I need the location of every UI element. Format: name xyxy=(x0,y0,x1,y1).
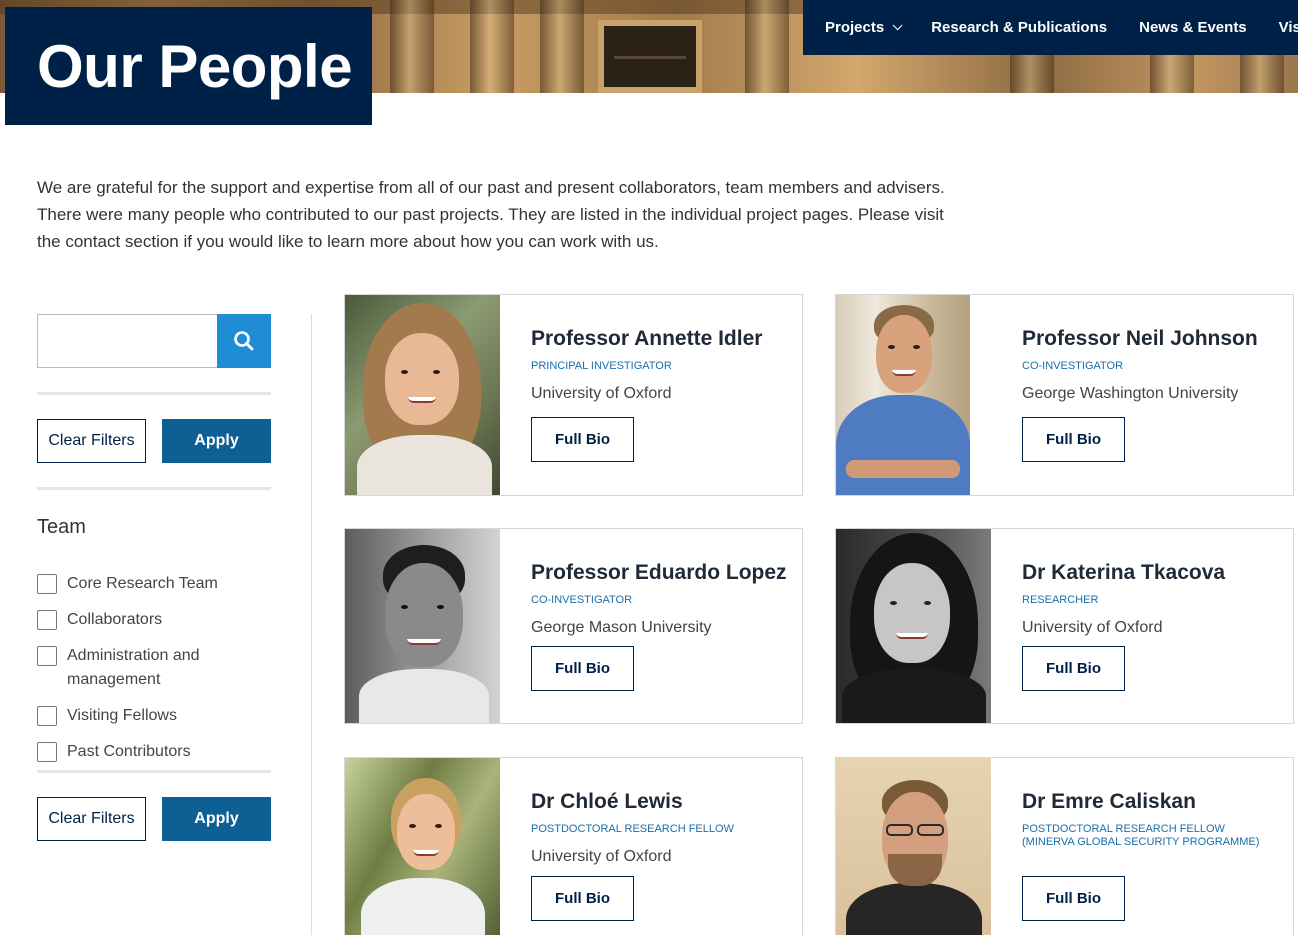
nav-item-news-events[interactable]: News & Events xyxy=(1139,19,1247,36)
person-photo xyxy=(836,295,970,495)
person-info: Dr Chloé Lewis Postdoctoral Research Fel… xyxy=(531,790,792,866)
filter-past-contributors[interactable]: Past Contributors xyxy=(37,742,191,764)
top-navigation: Projects Research & Publications News & … xyxy=(803,0,1298,55)
person-organisation: University of Oxford xyxy=(531,385,672,402)
nav-item-projects[interactable]: Projects xyxy=(825,19,903,36)
person-name: Professor Annette Idler xyxy=(531,327,763,350)
search-input[interactable] xyxy=(37,314,217,368)
full-bio-button[interactable]: Full Bio xyxy=(531,646,634,691)
nav-item-research-publications[interactable]: Research & Publications xyxy=(931,19,1107,36)
person-photo xyxy=(345,295,500,495)
page-title: Our People xyxy=(37,32,353,100)
filter-label: Visiting Fellows xyxy=(67,707,177,724)
filter-label: Collaborators xyxy=(67,611,163,628)
person-info: Dr Emre Caliskan Postdoctoral Research F… xyxy=(1022,790,1283,849)
person-info: Professor Neil Johnson Co-Investigator G… xyxy=(1022,327,1283,403)
full-bio-button[interactable]: Full Bio xyxy=(531,417,634,462)
checkbox[interactable] xyxy=(37,610,57,630)
person-photo xyxy=(836,758,991,935)
full-bio-button[interactable]: Full Bio xyxy=(1022,417,1125,462)
filter-label: Past Contributors xyxy=(67,743,191,760)
person-info: Dr Katerina Tkacova Researcher Universit… xyxy=(1022,561,1283,637)
person-role: Researcher xyxy=(1022,594,1099,606)
nav-label: Projects xyxy=(825,19,885,36)
clear-filters-button[interactable]: Clear Filters xyxy=(37,419,146,463)
search-button[interactable] xyxy=(217,314,271,368)
person-organisation: University of Oxford xyxy=(531,848,672,865)
person-role: Postdoctoral Research Fellow (Minerva Gl… xyxy=(1022,823,1260,848)
full-bio-button[interactable]: Full Bio xyxy=(531,876,634,921)
intro-text: We are grateful for the support and expe… xyxy=(37,178,945,251)
person-photo xyxy=(345,758,500,935)
nav-item-visit[interactable]: Visit xyxy=(1279,19,1298,36)
full-bio-button[interactable]: Full Bio xyxy=(1022,646,1125,691)
divider xyxy=(37,392,271,395)
apply-button[interactable]: Apply xyxy=(162,419,271,463)
person-name: Dr Chloé Lewis xyxy=(531,790,683,813)
person-role: Co-Investigator xyxy=(1022,360,1124,372)
person-name: Professor Eduardo Lopez xyxy=(531,561,787,584)
divider xyxy=(37,487,271,490)
person-organisation: University of Oxford xyxy=(1022,619,1163,636)
page-title-box: Our People xyxy=(5,7,372,125)
checkbox[interactable] xyxy=(37,574,57,594)
filter-label: Administration and management xyxy=(67,647,200,688)
person-organisation: George Washington University xyxy=(1022,385,1239,402)
clear-filters-button[interactable]: Clear Filters xyxy=(37,797,146,841)
person-card: Dr Emre Caliskan Postdoctoral Research F… xyxy=(835,757,1294,935)
person-photo xyxy=(836,529,991,723)
chevron-down-icon xyxy=(892,20,903,31)
team-filter-heading: Team xyxy=(37,516,86,538)
checkbox[interactable] xyxy=(37,646,57,666)
sidebar-divider xyxy=(311,314,312,935)
person-card: Dr Chloé Lewis Postdoctoral Research Fel… xyxy=(344,757,803,935)
filter-administration-management[interactable]: Administration and management xyxy=(37,646,271,692)
person-name: Professor Neil Johnson xyxy=(1022,327,1258,350)
person-card: Professor Neil Johnson Co-Investigator G… xyxy=(835,294,1294,496)
person-info: Professor Annette Idler Principal Invest… xyxy=(531,327,792,403)
filter-visiting-fellows[interactable]: Visiting Fellows xyxy=(37,706,177,728)
search-icon xyxy=(234,331,254,351)
person-role: Co-Investigator xyxy=(531,594,633,606)
person-role: Principal Investigator xyxy=(531,360,672,372)
checkbox[interactable] xyxy=(37,706,57,726)
filter-collaborators[interactable]: Collaborators xyxy=(37,610,162,632)
search-bar xyxy=(37,314,271,368)
apply-button[interactable]: Apply xyxy=(162,797,271,841)
full-bio-button[interactable]: Full Bio xyxy=(1022,876,1125,921)
checkbox[interactable] xyxy=(37,742,57,762)
person-info: Professor Eduardo Lopez Co-Investigator … xyxy=(531,561,792,637)
divider xyxy=(37,770,271,773)
filter-label: Core Research Team xyxy=(67,575,218,592)
person-photo xyxy=(345,529,500,723)
person-card: Professor Annette Idler Principal Invest… xyxy=(344,294,803,496)
person-organisation: George Mason University xyxy=(531,619,712,636)
person-name: Dr Emre Caliskan xyxy=(1022,790,1196,813)
person-name: Dr Katerina Tkacova xyxy=(1022,561,1226,584)
person-card: Professor Eduardo Lopez Co-Investigator … xyxy=(344,528,803,724)
person-role: Postdoctoral Research Fellow xyxy=(531,823,734,835)
person-card: Dr Katerina Tkacova Researcher Universit… xyxy=(835,528,1294,724)
filter-core-research-team[interactable]: Core Research Team xyxy=(37,574,218,596)
